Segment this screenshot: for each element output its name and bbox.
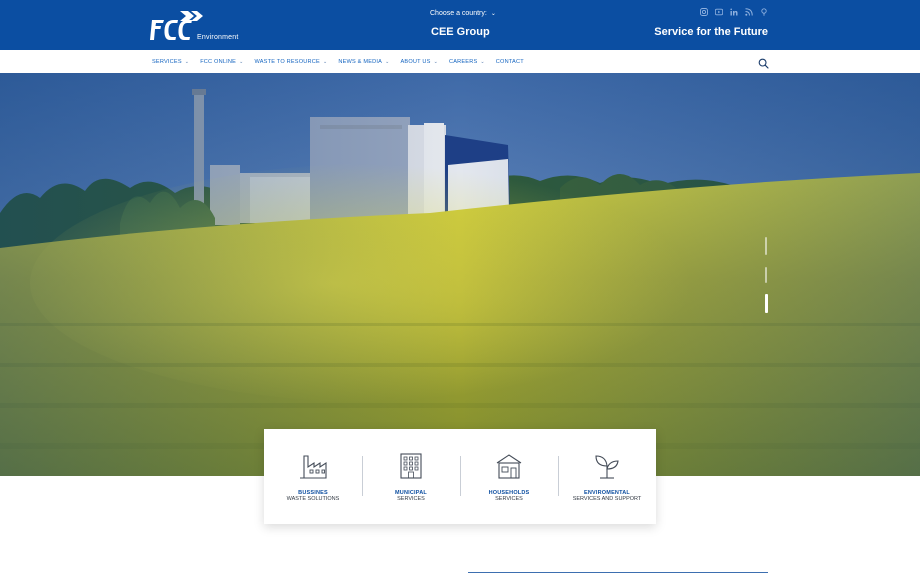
nav-item-services[interactable]: SERVICES ⌄ [152, 59, 189, 65]
rss-icon[interactable] [745, 8, 753, 16]
sprout-icon [592, 451, 622, 481]
group-title: CEE Group [431, 26, 490, 38]
chevron-down-icon: ⌄ [239, 58, 244, 65]
nav-item-careers[interactable]: CAREERS ⌄ [449, 59, 485, 65]
service-subtitle: SERVICES [495, 496, 523, 502]
podcast-icon[interactable] [760, 8, 768, 16]
instagram-icon[interactable] [700, 8, 708, 16]
nav-item-label: FCC ONLINE [200, 58, 237, 65]
chevron-down-icon: ⌄ [385, 58, 390, 65]
linkedin-icon[interactable] [730, 8, 738, 16]
nav-item-label: NEWS & MEDIA [338, 58, 383, 65]
house-icon [494, 451, 524, 481]
chevron-down-icon: ⌄ [433, 58, 438, 65]
nav-item-fcc-online[interactable]: FCC ONLINE ⌄ [200, 59, 243, 65]
services-panel: BUSSINES WASTE SOLUTIONS MUNICIPAL SERVI… [264, 429, 656, 524]
nav-item-label: WASTE TO RESOURCE [254, 58, 320, 65]
factory-icon [298, 451, 328, 481]
search-icon[interactable] [758, 56, 769, 69]
nav-item-label: ABOUT US [400, 58, 431, 65]
service-business-waste[interactable]: BUSSINES WASTE SOLUTIONS [264, 429, 362, 524]
main-navigation: SERVICES ⌄ FCC ONLINE ⌄ WASTE TO RESOURC… [0, 50, 920, 74]
service-environmental[interactable]: ENVIROMENTAL SERVICES AND SUPPORT [558, 429, 656, 524]
chevron-down-icon: ⌄ [480, 58, 485, 65]
section-divider [468, 572, 768, 573]
chevron-down-icon: ⌄ [184, 58, 190, 65]
nav-item-label: SERVICES [152, 58, 182, 65]
service-subtitle: WASTE SOLUTIONS [286, 496, 340, 502]
nav-item-news-media[interactable]: NEWS & MEDIA ⌄ [338, 59, 389, 65]
hero-image [0, 73, 920, 476]
chevron-down-icon: ⌄ [490, 11, 496, 17]
youtube-icon[interactable] [715, 8, 723, 16]
slider-pagination [765, 237, 768, 317]
nav-item-contact[interactable]: CONTACT [496, 59, 524, 65]
nav-item-label: CAREERS [448, 58, 478, 65]
site-tagline: Service for the Future [654, 26, 768, 38]
service-municipal[interactable]: MUNICIPAL SERVICES [362, 429, 460, 524]
slider-dot[interactable] [765, 237, 767, 255]
country-selector[interactable]: Choose a country: ⌄ [430, 10, 496, 17]
fcc-logo[interactable]: Environment [150, 9, 246, 43]
social-links [700, 8, 768, 16]
hero-slider [0, 73, 920, 476]
service-subtitle: SERVICES AND SUPPORT [572, 496, 642, 502]
service-subtitle: SERVICES [397, 496, 425, 502]
site-header: Environment Choose a country: ⌄ CEE Grou… [0, 0, 920, 50]
chevron-down-icon: ⌄ [322, 58, 328, 65]
slider-dot[interactable] [765, 267, 767, 283]
nav-item-label: CONTACT [495, 58, 524, 65]
nav-item-waste-to-resource[interactable]: WASTE TO RESOURCE ⌄ [254, 59, 327, 65]
country-label: Choose a country: [430, 10, 487, 17]
building-icon [396, 451, 426, 481]
logo-subtitle: Environment [197, 34, 239, 41]
slider-dot-active[interactable] [765, 294, 768, 313]
nav-item-about-us[interactable]: ABOUT US ⌄ [400, 59, 437, 65]
service-households[interactable]: HOUSEHOLDS SERVICES [460, 429, 558, 524]
